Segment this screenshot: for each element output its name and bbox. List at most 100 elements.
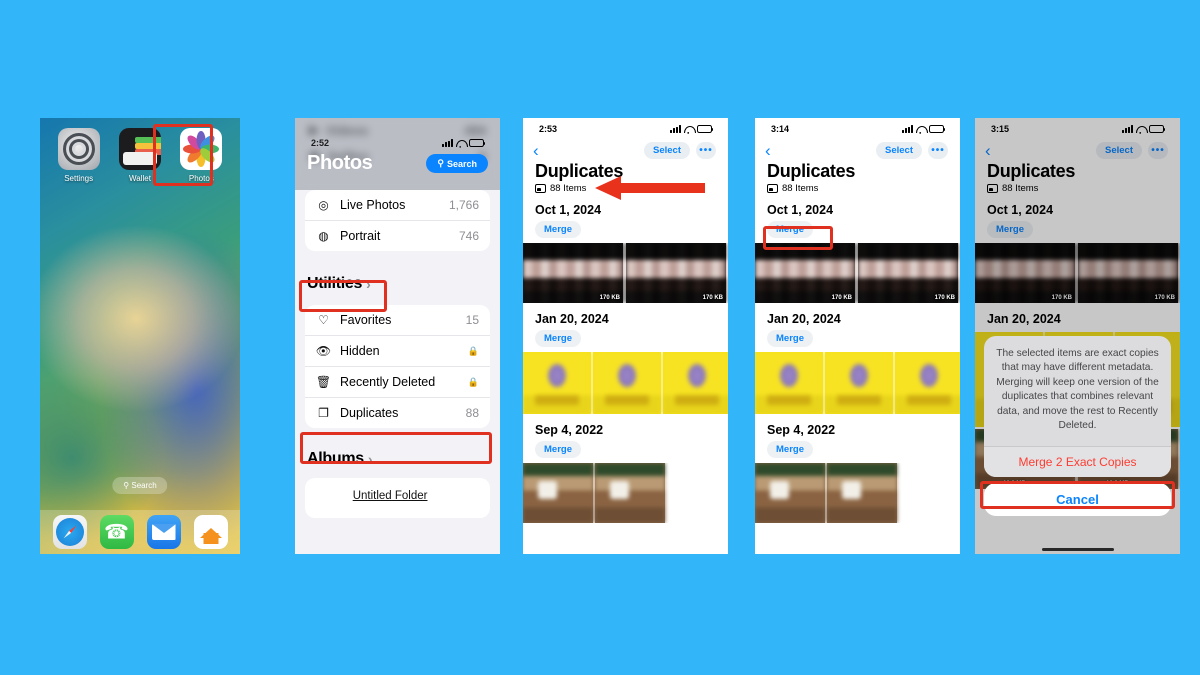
thumbnail[interactable]	[825, 352, 893, 414]
status-bar: 2:53	[523, 118, 728, 140]
thumbnail[interactable]	[663, 352, 728, 414]
list-item-recently-deleted[interactable]: 🗑 Recently Deleted 🔒	[305, 366, 490, 397]
home-app-icon[interactable]	[193, 515, 228, 549]
panel-duplicates-merge-confirm: 3:15 ‹ Select ••• Duplicates 88 Items Oc…	[975, 118, 1180, 554]
merge-button[interactable]: Merge	[767, 441, 813, 458]
thumbnail[interactable]	[593, 352, 661, 414]
app-label: Settings	[64, 174, 94, 183]
list-item-portrait[interactable]: ◍ Portrait 746	[305, 220, 490, 251]
group-date: Jan 20, 2024	[767, 312, 841, 326]
thumbnail[interactable]	[755, 463, 825, 523]
back-button[interactable]: ‹	[985, 142, 991, 159]
alert-message: The selected items are exact copies that…	[996, 348, 1159, 432]
search-button[interactable]: ⚲ Search	[426, 154, 488, 173]
battery-icon	[1149, 125, 1166, 133]
back-button[interactable]: ‹	[533, 142, 539, 159]
home-indicator	[1041, 547, 1114, 551]
photo-stack-icon	[987, 184, 998, 193]
photos-icon	[180, 128, 223, 170]
cellular-icon	[1122, 125, 1133, 133]
group-date: Sep 4, 2022	[535, 423, 604, 437]
battery-icon	[929, 125, 946, 133]
thumbnail[interactable]: 170 KB	[755, 243, 855, 303]
annotation-arrow	[595, 176, 705, 200]
album-name: Untitled Folder	[352, 490, 428, 502]
merge-button[interactable]: Merge	[535, 221, 581, 238]
app-wallet[interactable]: Wallet	[114, 128, 166, 183]
more-options-icon[interactable]: •••	[696, 142, 716, 159]
cancel-button[interactable]: Cancel	[984, 482, 1171, 516]
photos-list-scroll[interactable]: ▶ Videos 494 ◉ Selfies 9 2:52	[295, 118, 500, 554]
list-item-hidden[interactable]: 👁 Hidden 🔒	[305, 335, 490, 366]
list-item-count: 15	[465, 313, 479, 327]
select-button[interactable]: Select	[1096, 142, 1142, 159]
battery-icon	[697, 125, 714, 133]
thumbnail[interactable]	[523, 352, 591, 414]
thumbnail[interactable]: 170 KB	[975, 243, 1075, 303]
mail-icon[interactable]	[146, 515, 181, 549]
group-date: Jan 20, 2024	[535, 312, 609, 326]
album-card[interactable]: Untitled Folder	[305, 478, 490, 518]
home-search-pill[interactable]: ⚲ Search	[112, 477, 168, 494]
thumbnail[interactable]	[755, 352, 823, 414]
status-time: 3:15	[991, 124, 1010, 134]
group-date: Sep 4, 2022	[767, 423, 836, 437]
list-item-label: Duplicates	[340, 406, 399, 420]
merge-button[interactable]: Merge	[535, 441, 581, 458]
wifi-icon	[916, 125, 928, 135]
panel-photos-library: ▶ Videos 494 ◉ Selfies 9 2:52	[295, 118, 500, 554]
section-header-utilities[interactable]: Utilities ›	[307, 275, 500, 293]
merge-button[interactable]: Merge	[767, 330, 813, 347]
thumbnail-row: 170 KB 170 KB	[975, 243, 1180, 303]
item-count: 88 Items	[1002, 183, 1039, 194]
merge-button[interactable]: Merge	[987, 221, 1033, 238]
section-header-albums[interactable]: Albums ›	[307, 450, 500, 468]
phone-icon[interactable]	[99, 515, 134, 549]
wifi-icon	[684, 125, 696, 135]
app-label: Wallet	[129, 174, 151, 183]
search-label: Search	[446, 158, 477, 169]
panel-home-screen: Settings Wallet Photos ⚲ Search ☎	[40, 118, 240, 554]
merge-confirm-button[interactable]: Merge 2 Exact Copies	[984, 445, 1171, 477]
thumbnail[interactable]	[827, 463, 897, 523]
trash-icon: 🗑	[315, 375, 332, 389]
merge-confirmation-alert: The selected items are exact copies that…	[984, 336, 1171, 516]
safari-icon[interactable]	[52, 515, 87, 549]
list-item-favorites[interactable]: ♡ Favorites 15	[305, 305, 490, 335]
alert-box: The selected items are exact copies that…	[984, 336, 1171, 477]
heart-icon: ♡	[318, 313, 329, 327]
thumbnail[interactable]: 170 KB	[523, 243, 623, 303]
select-button[interactable]: Select	[644, 142, 690, 159]
file-size: 170 KB	[934, 295, 955, 301]
list-item-live-photos[interactable]: ◎ Live Photos 1,766	[305, 190, 490, 220]
merge-button[interactable]: Merge	[767, 221, 813, 238]
file-size: 170 KB	[1051, 295, 1072, 301]
app-settings[interactable]: Settings	[53, 128, 105, 183]
item-count: 88 Items	[782, 183, 819, 194]
more-options-icon[interactable]: •••	[1148, 142, 1168, 159]
merge-button[interactable]: Merge	[535, 330, 581, 347]
thumbnail[interactable]	[595, 463, 665, 523]
list-item-label: Hidden	[340, 344, 380, 358]
photo-stack-icon	[767, 184, 778, 193]
panel-duplicates-merge-highlight: 3:14 ‹ Select ••• Duplicates 88 Items Oc…	[755, 118, 960, 554]
back-button[interactable]: ‹	[765, 142, 771, 159]
thumbnail[interactable]: 170 KB	[626, 243, 726, 303]
thumbnail[interactable]	[523, 463, 593, 523]
portrait-icon: ◍	[318, 229, 329, 243]
list-item-duplicates[interactable]: ❐ Duplicates 88	[305, 397, 490, 428]
app-photos[interactable]: Photos	[175, 128, 227, 183]
panel-duplicates-overview: 2:53 ‹ Select ••• Duplicates 88 Items Oc…	[523, 118, 728, 554]
status-bar: 3:14	[755, 118, 960, 140]
thumbnail[interactable]: 170 KB	[858, 243, 958, 303]
status-bar: 3:15	[975, 118, 1180, 140]
screenshot-stage: Settings Wallet Photos ⚲ Search ☎ 2:52 ●…	[0, 0, 1200, 675]
thumbnail-row	[755, 463, 960, 523]
thumbnail[interactable]	[895, 352, 960, 414]
more-options-icon[interactable]: •••	[928, 142, 948, 159]
thumbnail[interactable]: 170 KB	[1078, 243, 1178, 303]
thumbnail-row	[755, 352, 960, 414]
list-item-label: Recently Deleted	[340, 375, 436, 389]
select-button[interactable]: Select	[876, 142, 922, 159]
lock-icon: 🔒	[467, 345, 479, 356]
